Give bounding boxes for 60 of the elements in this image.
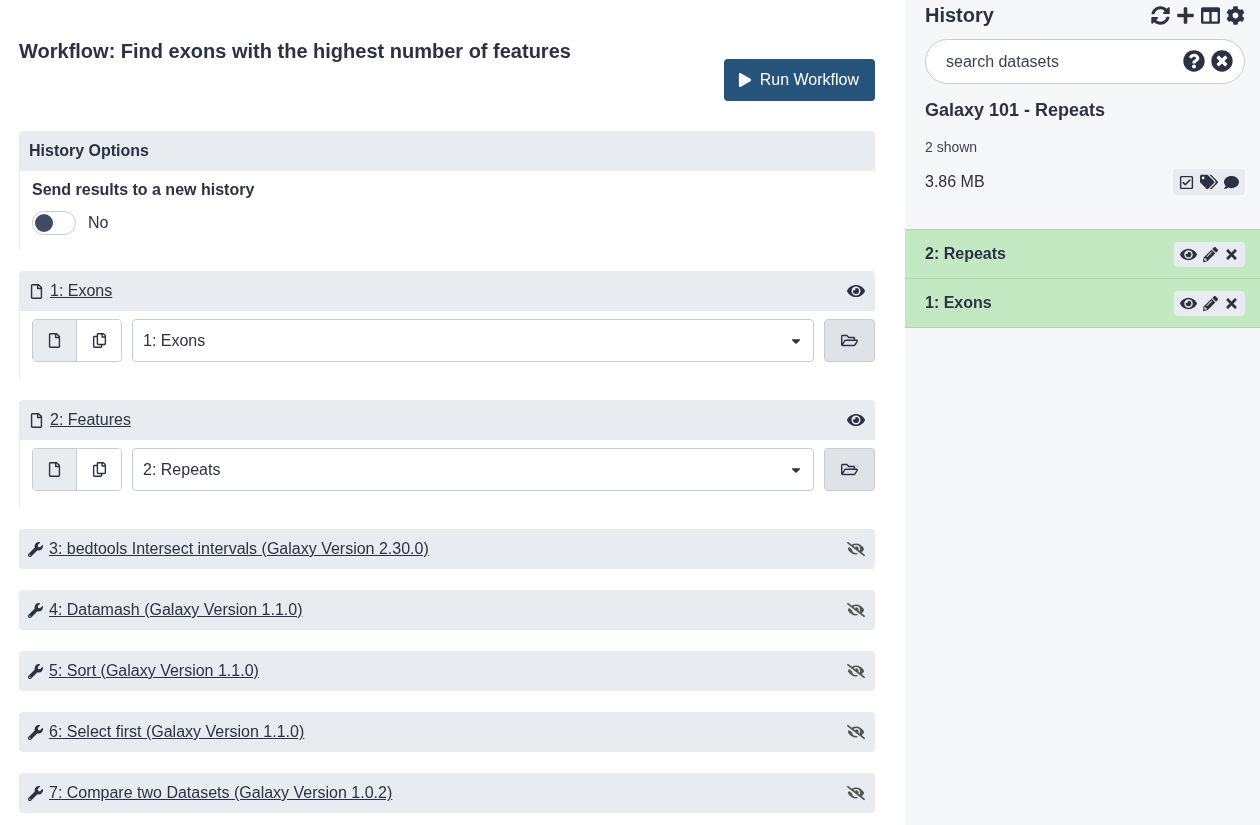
step-title-link[interactable]: 1: Exons xyxy=(29,282,113,300)
toggle-value: No xyxy=(88,214,109,232)
folder-icon xyxy=(841,461,858,478)
dataset-select[interactable]: 1: Exons xyxy=(132,319,814,362)
history-size: 3.86 MB xyxy=(925,173,985,191)
browse-button[interactable] xyxy=(824,448,875,491)
card-title: History Options xyxy=(29,142,149,160)
workflow-title: Workflow: Find exons with the highest number of features xyxy=(19,40,571,63)
step-title-link[interactable]: 5: Sort (Galaxy Version 1.1.0) xyxy=(28,662,259,680)
step-title-link[interactable]: 3: bedtools Intersect intervals (Galaxy Version 2.30.0) xyxy=(28,540,429,558)
shown-count: 2 shown xyxy=(924,138,979,155)
dataset-select[interactable]: 2: Repeats xyxy=(132,448,814,491)
search-field[interactable]: search datasets xyxy=(925,39,1245,84)
eye-icon[interactable] xyxy=(847,411,865,429)
refresh-icon[interactable] xyxy=(1151,5,1170,25)
eye-slash-icon[interactable] xyxy=(847,723,865,741)
pencil-icon[interactable] xyxy=(1203,295,1218,311)
wrench-icon xyxy=(28,785,43,801)
file-icon xyxy=(47,333,62,348)
columns-icon[interactable] xyxy=(1201,5,1220,25)
run-workflow-button[interactable]: Run Workflow xyxy=(723,59,875,101)
pencil-icon[interactable] xyxy=(1203,246,1218,262)
help-icon[interactable] xyxy=(1183,50,1205,72)
wrench-icon xyxy=(28,602,43,618)
file-icon xyxy=(47,462,62,477)
eye-slash-icon[interactable] xyxy=(847,540,865,558)
wrench-icon xyxy=(28,724,43,740)
play-icon xyxy=(737,73,752,87)
settings-icon[interactable] xyxy=(1226,5,1245,25)
step-title-link[interactable]: 7: Compare two Datasets (Galaxy Version 1.0.2) xyxy=(28,784,393,802)
folder-icon xyxy=(841,332,858,349)
eye-slash-icon[interactable] xyxy=(847,601,865,619)
plus-icon[interactable] xyxy=(1176,5,1195,25)
step-title-link[interactable]: 2: Features xyxy=(29,411,131,429)
copy-icon xyxy=(91,333,107,348)
step-title-link[interactable]: 6: Select first (Galaxy Version 1.1.0) xyxy=(28,723,305,741)
clear-icon[interactable] xyxy=(1211,50,1233,72)
step-title-link[interactable]: 4: Datamash (Galaxy Version 1.1.0) xyxy=(28,601,303,619)
wrench-icon xyxy=(28,541,43,557)
comment-icon[interactable] xyxy=(1224,174,1239,190)
file-icon xyxy=(29,283,44,299)
checkbox-icon[interactable] xyxy=(1179,174,1194,190)
eye-slash-icon[interactable] xyxy=(847,784,865,802)
file-icon xyxy=(29,412,44,428)
delete-icon[interactable] xyxy=(1224,295,1239,311)
dataset-item[interactable]: 1: Exons xyxy=(905,279,1260,328)
single-dataset-button[interactable] xyxy=(33,320,77,361)
toggle-switch[interactable] xyxy=(32,211,76,235)
single-dataset-button[interactable] xyxy=(33,449,77,490)
eye-slash-icon[interactable] xyxy=(847,662,865,680)
panel-title: History xyxy=(925,3,994,27)
browse-button[interactable] xyxy=(824,319,875,362)
tags-icon[interactable] xyxy=(1200,173,1218,191)
delete-icon[interactable] xyxy=(1224,246,1239,262)
history-name: Galaxy 101 - Repeats xyxy=(924,99,1107,121)
wrench-icon xyxy=(28,663,43,679)
eye-icon[interactable] xyxy=(847,282,865,300)
copy-icon xyxy=(91,462,107,477)
option-label: Send results to a new history xyxy=(32,181,256,199)
dataset-item[interactable]: 2: Repeats xyxy=(905,230,1260,279)
